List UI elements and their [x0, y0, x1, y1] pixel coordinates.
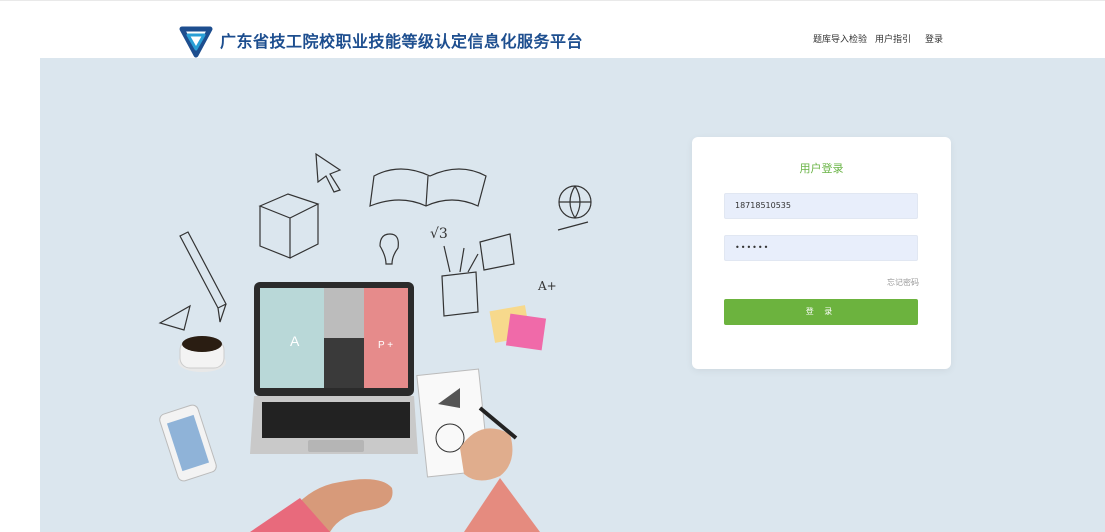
- password-input[interactable]: ••••••: [724, 235, 918, 261]
- svg-text:A+: A+: [537, 279, 557, 293]
- svg-text:A: A: [290, 333, 300, 349]
- site-title: 广东省技工院校职业技能等级认定信息化服务平台: [220, 32, 584, 51]
- top-header: 广东省技工院校职业技能等级认定信息化服务平台 题库导入检验 用户指引 登录: [0, 0, 1105, 58]
- nav-user-guide[interactable]: 用户指引: [875, 32, 911, 45]
- nav-login[interactable]: 登录: [925, 32, 943, 45]
- forgot-password-link[interactable]: 忘记密码: [887, 277, 919, 288]
- svg-text:√3: √3: [430, 226, 448, 242]
- nav-question-bank-check[interactable]: 题库导入检验: [813, 32, 867, 45]
- login-button[interactable]: 登 录: [724, 299, 918, 325]
- svg-text:P +: P +: [378, 340, 393, 351]
- interlocking-triangle-logo-icon: [179, 26, 213, 58]
- login-card: 用户登录 18718510535 •••••• 忘记密码 登 录: [692, 137, 951, 369]
- phone-input[interactable]: 18718510535: [724, 193, 918, 219]
- login-title: 用户登录: [799, 162, 844, 175]
